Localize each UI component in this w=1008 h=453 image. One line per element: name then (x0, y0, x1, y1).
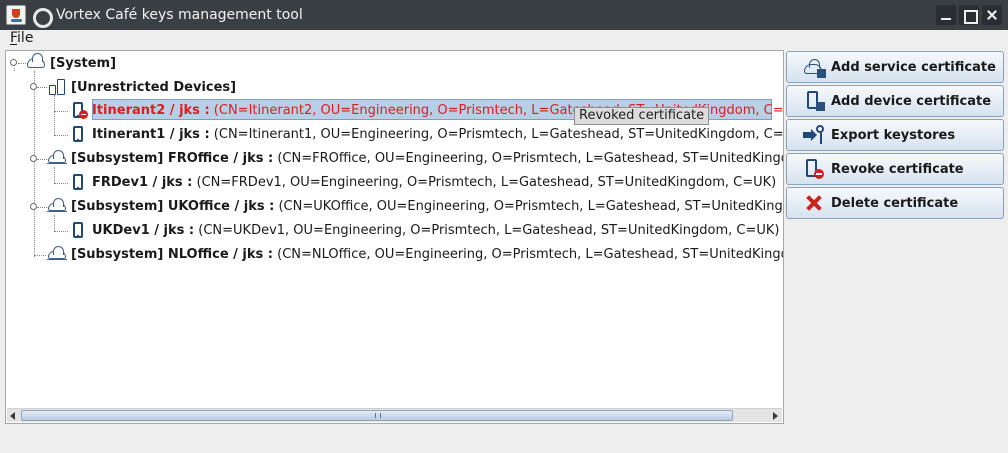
node-label: [Unrestricted Devices] (71, 79, 237, 95)
java-app-icon[interactable] (6, 5, 26, 25)
tree-connector (54, 167, 55, 183)
cloud-icon (26, 53, 46, 73)
expand-handle-froffice[interactable] (30, 155, 37, 162)
button-label: Add device certificate (831, 93, 992, 109)
node-name: Itinerant1 / jks : (92, 126, 210, 142)
delete-x-icon (803, 192, 825, 214)
devices-icon (47, 77, 67, 97)
maximize-button[interactable] (959, 5, 979, 25)
expand-handle-system[interactable] (10, 59, 17, 66)
tree-node-frdev1[interactable]: FRDev1 / jks : (CN=FRDev1, OU=Engineerin… (68, 172, 776, 192)
node-details: (CN=UKDev1, OU=Engineering, O=Prismtech,… (198, 222, 780, 238)
horizontal-scrollbar[interactable] (7, 408, 782, 422)
menu-bar: File (0, 30, 1008, 47)
window-pin-icon[interactable] (30, 5, 53, 28)
tree-connector (54, 95, 55, 135)
tree-node-system[interactable]: [System] (26, 53, 116, 73)
export-keystores-button[interactable]: Export keystores (786, 119, 1004, 151)
node-label: [System] (50, 55, 117, 71)
tree-connector (54, 183, 68, 184)
tree-connector (54, 231, 68, 232)
button-label: Delete certificate (831, 195, 959, 211)
node-name: FRDev1 / jks : (92, 174, 193, 190)
cloud-add-icon (803, 56, 826, 78)
node-name: [Subsystem] NLOffice / jks : (71, 246, 273, 262)
export-key-icon (803, 124, 825, 146)
node-name: [Subsystem] UKOffice / jks : (71, 198, 275, 214)
phone-icon (68, 124, 88, 144)
button-label: Add service certificate (831, 59, 996, 75)
tree-node-ukdev1[interactable]: UKDev1 / jks : (CN=UKDev1, OU=Engineerin… (68, 220, 780, 240)
scroll-left-arrow-icon[interactable] (7, 409, 20, 422)
tree-connector (14, 68, 15, 71)
tree-node-nloffice[interactable]: [Subsystem] NLOffice / jks : (CN=NLOffic… (47, 244, 784, 264)
node-name: Itinerant2 / jks : (92, 102, 210, 118)
subsystem-icon (47, 196, 67, 216)
minimize-button[interactable] (936, 5, 956, 25)
node-name: [Subsystem] FROffice / jks : (71, 150, 274, 166)
node-details: (CN=NLOffice, OU=Engineering, O=Prismtec… (277, 246, 784, 262)
expand-handle-unrestricted[interactable] (30, 83, 37, 90)
revoke-certificate-button[interactable]: Revoke certificate (786, 153, 1004, 185)
phone-icon (68, 172, 88, 192)
node-details: (CN=FRDev1, OU=Engineering, O=Prismtech,… (196, 174, 777, 190)
revoke-icon (803, 158, 825, 180)
tree-node-itinerant1[interactable]: Itinerant1 / jks : (CN=Itinerant1, OU=En… (68, 124, 784, 144)
tree-connector (34, 255, 46, 256)
button-label: Revoke certificate (831, 161, 964, 177)
revoked-phone-icon (68, 100, 88, 120)
phone-add-icon (803, 90, 825, 112)
tree-connector (54, 111, 68, 112)
tree-connector (37, 159, 47, 160)
add-service-certificate-button[interactable]: Add service certificate (786, 51, 1004, 83)
window-title: Vortex Café keys management tool (56, 7, 303, 23)
scroll-right-arrow-icon[interactable] (769, 409, 782, 422)
subsystem-icon (47, 244, 67, 264)
node-details: (CN=Itinerant1, OU=Engineering, O=Prismt… (213, 126, 784, 142)
node-name: UKDev1 / jks : (92, 222, 195, 238)
menu-file[interactable]: File (10, 30, 33, 46)
revoked-tooltip: Revoked certificate (574, 107, 710, 125)
subsystem-icon (47, 148, 67, 168)
delete-certificate-button[interactable]: Delete certificate (786, 187, 1004, 219)
close-button[interactable] (982, 5, 1002, 25)
tree-node-froffice[interactable]: [Subsystem] FROffice / jks : (CN=FROffic… (47, 148, 784, 168)
scroll-thumb[interactable] (21, 410, 733, 421)
tree-connector (37, 207, 47, 208)
tree-connector (37, 87, 47, 88)
tree-connector (34, 71, 35, 257)
button-label: Export keystores (831, 127, 956, 143)
node-details: (CN=FROffice, OU=Engineering, O=Prismtec… (277, 150, 784, 166)
node-details: (CN=UKOffice, OU=Engineering, O=Prismtec… (278, 198, 784, 214)
status-area (0, 428, 1008, 453)
expand-handle-ukoffice[interactable] (30, 203, 37, 210)
tree-node-unrestricted-devices[interactable]: [Unrestricted Devices] (47, 77, 236, 97)
title-bar: Vortex Café keys management tool (0, 0, 1008, 30)
tree-node-ukoffice[interactable]: [Subsystem] UKOffice / jks : (CN=UKOffic… (47, 196, 784, 216)
tree-connector (54, 215, 55, 231)
add-device-certificate-button[interactable]: Add device certificate (786, 85, 1004, 117)
tree-connector (54, 135, 68, 136)
phone-icon (68, 220, 88, 240)
